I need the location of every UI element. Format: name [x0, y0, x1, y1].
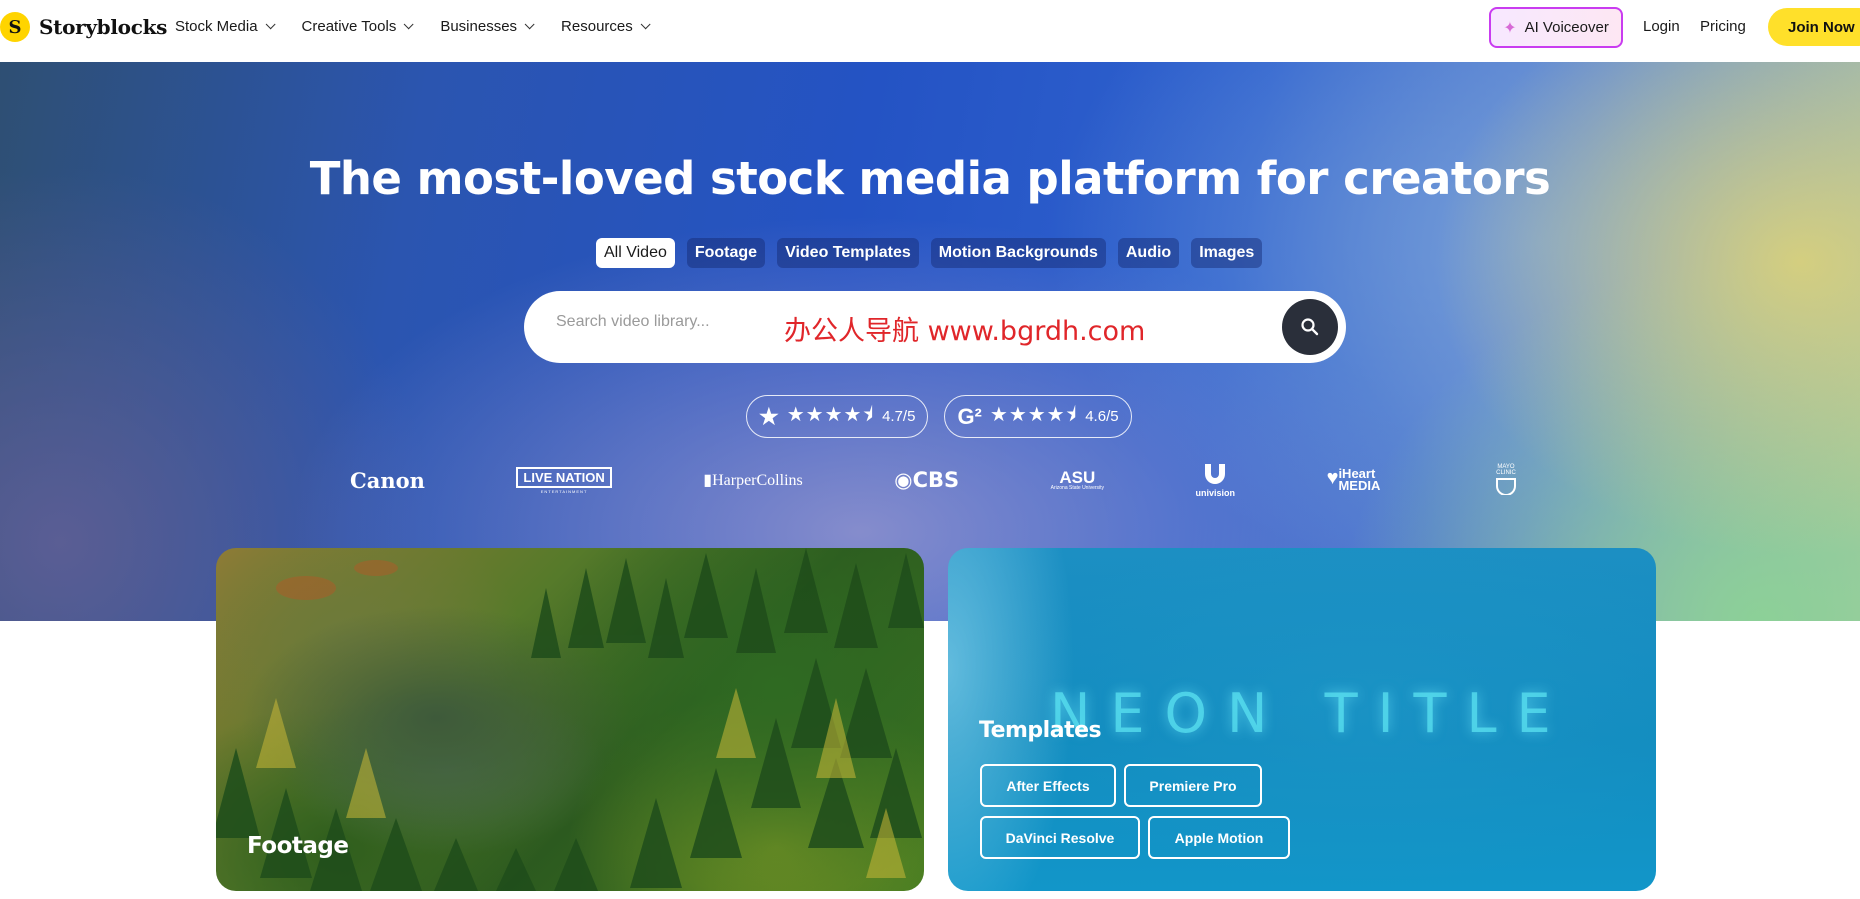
chevron-down-icon	[524, 19, 535, 30]
tab-video-templates[interactable]: Video Templates	[777, 238, 919, 268]
live-nation-wordmark: LIVE NATION	[516, 466, 612, 488]
rating-badge-g2[interactable]: G² ★★★★⯨ 4.6/5	[944, 395, 1132, 438]
chevron-down-icon	[403, 19, 414, 30]
nav-creative-tools-label: Creative Tools	[301, 18, 397, 35]
g2-icon: G²	[957, 403, 982, 429]
nav-resources[interactable]: Resources	[561, 18, 651, 35]
rating-score: 4.7/5	[882, 408, 916, 425]
iheart-wordmark: iHeart MEDIA	[1338, 466, 1381, 494]
iheart-logo: ♥iHeart MEDIA	[1326, 466, 1401, 494]
univision-icon	[1205, 464, 1226, 484]
nav-creative-tools[interactable]: Creative Tools	[301, 18, 414, 35]
footage-card[interactable]: Footage	[216, 548, 924, 891]
univision-wordmark: univision	[1195, 487, 1236, 498]
asu-logo: ASU Arizona State University	[1050, 469, 1105, 491]
rating-badge-trustpilot[interactable]: ★ ★★★★⯨ 4.7/5	[746, 395, 929, 438]
tab-images[interactable]: Images	[1191, 238, 1263, 268]
nav-menu: Stock Media Creative Tools Businesses Re…	[175, 18, 651, 35]
pricing-link[interactable]: Pricing	[1700, 18, 1746, 35]
premiere-pro-button[interactable]: Premiere Pro	[1124, 764, 1262, 807]
hero-section: The most-loved stock media platform for …	[0, 62, 1860, 621]
nav-stock-media[interactable]: Stock Media	[175, 18, 276, 35]
live-nation-subtitle: ENTERTAINMENT	[540, 488, 588, 494]
shield-icon	[1495, 477, 1516, 496]
search-bar: 办公人导航 www.bgrdh.com	[524, 291, 1346, 363]
mayo-clinic-wordmark: MAYO CLINIC	[1496, 463, 1516, 477]
live-nation-logo: LIVE NATION ENTERTAINMENT	[516, 466, 612, 494]
chevron-down-icon	[265, 19, 276, 30]
cbs-eye-icon: ◉	[894, 468, 913, 493]
search-button[interactable]	[1282, 299, 1338, 355]
tab-footage[interactable]: Footage	[686, 238, 766, 268]
nav-stock-media-label: Stock Media	[175, 18, 258, 35]
footage-card-title: Footage	[247, 833, 349, 859]
asu-subtitle: Arizona State University	[1050, 484, 1105, 491]
harpercollins-logo: ▮HarperCollins	[703, 470, 802, 490]
after-effects-button[interactable]: After Effects	[980, 764, 1116, 807]
top-navigation: S Storyblocks Stock Media Creative Tools…	[0, 0, 1860, 62]
templates-card-title: Templates	[979, 718, 1102, 743]
logo-mark-icon: S	[0, 12, 30, 42]
cbs-wordmark: CBS	[912, 468, 960, 493]
brand-logos: Canon LIVE NATION ENTERTAINMENT ▮HarperC…	[350, 462, 1520, 499]
tab-audio[interactable]: Audio	[1117, 238, 1180, 268]
neon-title-preview: NEON TITLE	[1050, 682, 1571, 745]
rating-score: 4.6/5	[1085, 408, 1119, 425]
sparkle-icon: ✦	[1503, 19, 1517, 37]
hero-title: The most-loved stock media platform for …	[309, 152, 1551, 205]
rating-stars: ★★★★⯨	[989, 403, 1078, 426]
iheart-icon: ♥	[1326, 466, 1339, 489]
cbs-logo: ◉CBS	[894, 468, 959, 492]
ai-voiceover-button[interactable]: ✦ AI Voiceover	[1489, 7, 1623, 48]
storyblocks-logo[interactable]: S Storyblocks	[0, 12, 167, 42]
nav-businesses[interactable]: Businesses	[440, 18, 535, 35]
nav-businesses-label: Businesses	[440, 18, 518, 35]
templates-card[interactable]: NEON TITLE Templates After Effects Premi…	[948, 548, 1656, 891]
star-icon: ★	[759, 403, 779, 429]
mayo-clinic-logo: MAYO CLINIC	[1492, 464, 1520, 498]
rating-stars: ★★★★⯨	[786, 403, 875, 426]
ratings: ★ ★★★★⯨ 4.7/5 G² ★★★★⯨ 4.6/5	[746, 395, 1132, 438]
logo-text: Storyblocks	[39, 15, 168, 39]
harpercollins-wordmark: HarperCollins	[712, 472, 803, 490]
canon-logo: Canon	[350, 467, 425, 493]
univision-logo: univision	[1195, 462, 1236, 499]
nav-resources-label: Resources	[561, 18, 633, 35]
media-type-tabs: All Video Footage Video Templates Motion…	[596, 238, 1263, 268]
davinci-resolve-button[interactable]: DaVinci Resolve	[980, 816, 1140, 859]
search-icon	[1301, 318, 1319, 336]
harpercollins-icon: ▮	[703, 472, 713, 490]
login-link[interactable]: Login	[1643, 18, 1680, 35]
watermark-text: 办公人导航 www.bgrdh.com	[784, 316, 1146, 347]
tab-all-video[interactable]: All Video	[596, 238, 675, 268]
tab-motion-backgrounds[interactable]: Motion Backgrounds	[930, 238, 1106, 268]
join-now-button[interactable]: Join Now	[1768, 8, 1860, 46]
chevron-down-icon	[640, 19, 651, 30]
ai-voiceover-label: AI Voiceover	[1524, 19, 1609, 36]
apple-motion-button[interactable]: Apple Motion	[1148, 816, 1290, 859]
